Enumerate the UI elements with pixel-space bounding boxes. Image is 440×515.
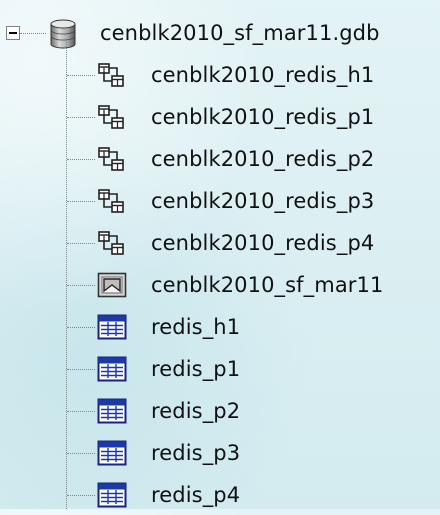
relationship-class-icon: [97, 188, 127, 218]
tree-node-label: cenblk2010_redis_p3: [151, 188, 375, 213]
relationship-class-icon: [97, 146, 127, 176]
tree-node-label: cenblk2010_sf_mar11: [151, 272, 384, 297]
tree-node-label: cenblk2010_redis_p2: [151, 146, 375, 171]
tree-node-label: redis_p1: [151, 356, 241, 381]
table-icon: [97, 314, 127, 344]
tree-node-5[interactable]: cenblk2010_redis_p4: [0, 223, 440, 263]
tree-node-label: redis_h1: [151, 314, 241, 339]
tree-node-label: redis_p3: [151, 440, 241, 465]
table-icon: [97, 356, 127, 386]
relationship-class-icon: [97, 230, 127, 260]
table-icon: [97, 440, 127, 470]
tree-node-label: redis_p2: [151, 398, 241, 423]
relationship-class-icon: [97, 104, 127, 134]
collapse-icon[interactable]: [6, 26, 20, 40]
tree-node-7[interactable]: redis_h1: [0, 307, 440, 347]
tree-node-label: cenblk2010_redis_p4: [151, 230, 375, 255]
tree-node-6[interactable]: cenblk2010_sf_mar11: [0, 265, 440, 305]
connector-root: [20, 33, 46, 34]
tree-node-4[interactable]: cenblk2010_redis_p3: [0, 181, 440, 221]
tree-node-9[interactable]: redis_p2: [0, 391, 440, 431]
tree-node-10[interactable]: redis_p3: [0, 433, 440, 473]
relationship-class-icon: [97, 62, 127, 92]
table-icon: [97, 398, 127, 428]
tree-node-11[interactable]: redis_p4: [0, 475, 440, 515]
file-geodatabase-icon: [50, 19, 76, 49]
catalog-tree: cenblk2010_sf_mar11.gdb cenblk2010_redis…: [0, 0, 440, 509]
tree-node-label: cenblk2010_redis_p1: [151, 104, 375, 129]
polygon-feature-class-icon: [97, 272, 127, 302]
tree-node-1[interactable]: cenblk2010_redis_h1: [0, 55, 440, 95]
tree-node-3[interactable]: cenblk2010_redis_p2: [0, 139, 440, 179]
table-icon: [97, 482, 127, 512]
tree-node-label: redis_p4: [151, 482, 241, 507]
tree-node-8[interactable]: redis_p1: [0, 349, 440, 389]
geodatabase-name: cenblk2010_sf_mar11.gdb: [100, 20, 380, 45]
tree-node-label: cenblk2010_redis_h1: [151, 62, 375, 87]
tree-node-2[interactable]: cenblk2010_redis_p1: [0, 97, 440, 137]
